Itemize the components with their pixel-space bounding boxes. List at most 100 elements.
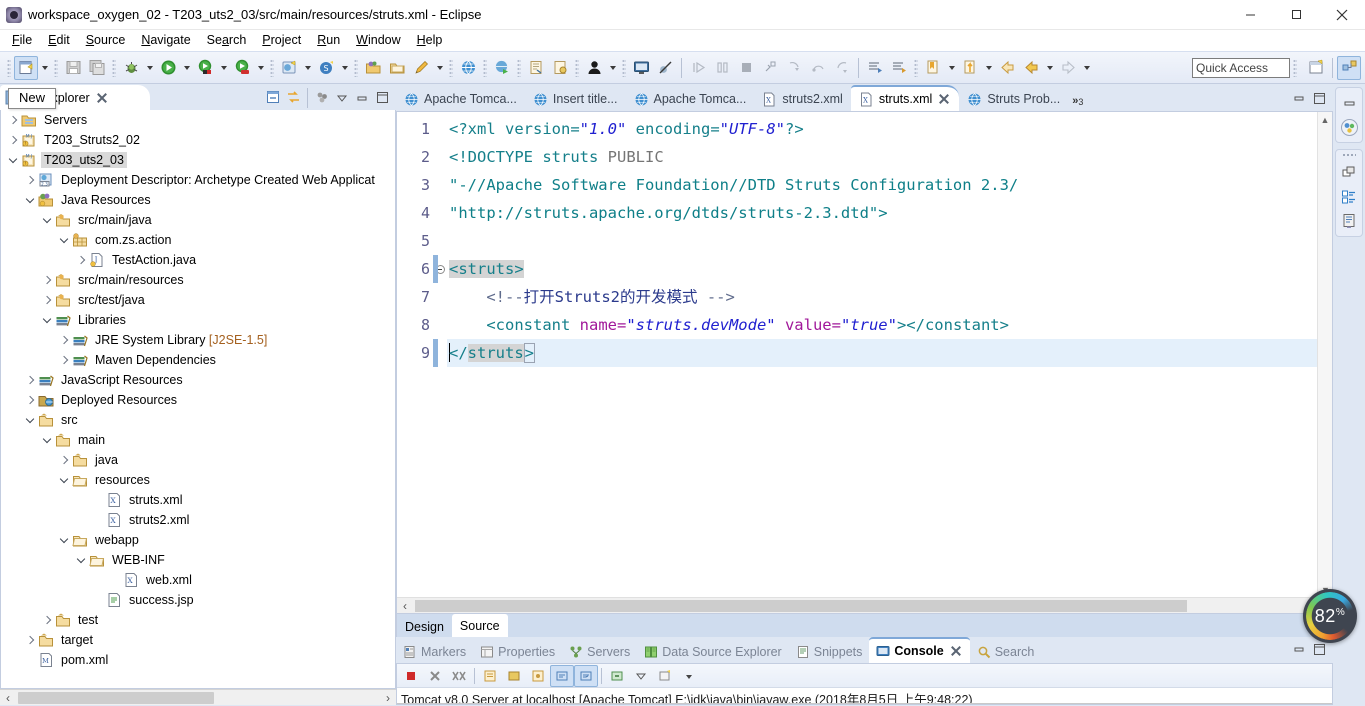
tree-item-src-main-java[interactable]: src/main/java	[1, 210, 395, 230]
toolbar-grip-12[interactable]	[1293, 58, 1297, 77]
view-dropdown-button[interactable]	[332, 88, 352, 108]
annotation-button[interactable]	[548, 56, 572, 80]
tree-item-java-resources[interactable]: Java Resources	[1, 190, 395, 210]
maximize-button[interactable]	[1273, 0, 1319, 30]
pin-icon[interactable]	[629, 665, 653, 687]
tree-item-jre-system-library[interactable]: JRE System Library [J2SE-1.5]	[1, 330, 395, 350]
step-into-button[interactable]	[782, 56, 806, 80]
twisty-expanded-icon[interactable]	[56, 530, 72, 550]
tree-item-src-test-java[interactable]: src/test/java	[1, 290, 395, 310]
console-dropdown-icon[interactable]	[677, 665, 701, 687]
tree-item-deployment-descriptor-archetype-created-web-applicat[interactable]: 2.3 Deployment Descriptor: Archetype Crea…	[1, 170, 395, 190]
twisty-collapsed-icon[interactable]	[5, 110, 21, 130]
tree-item-pom-xml[interactable]: Mpom.xml	[1, 650, 395, 670]
minimize-console-button[interactable]	[1289, 639, 1309, 659]
run-coverage-dropdown[interactable]	[254, 56, 267, 80]
tree-item-servers[interactable]: Servers	[1, 110, 395, 130]
menu-search[interactable]: Search	[199, 31, 255, 50]
run-dropdown[interactable]	[180, 56, 193, 80]
minimize-button[interactable]	[1227, 0, 1273, 30]
tree-item-test[interactable]: test	[1, 610, 395, 630]
run-button[interactable]	[156, 56, 180, 80]
web-browser-button[interactable]	[456, 56, 480, 80]
maximize-view-button[interactable]	[372, 88, 392, 108]
debug-button[interactable]	[119, 56, 143, 80]
close-icon[interactable]	[949, 644, 963, 658]
tree-item-webapp[interactable]: webapp	[1, 530, 395, 550]
outline-icon[interactable]	[1338, 186, 1360, 208]
tree-item-testaction-java[interactable]: J TestAction.java	[1, 250, 395, 270]
twisty-collapsed-icon[interactable]	[39, 270, 55, 290]
toolbar-grip-8[interactable]	[517, 58, 521, 77]
display-console-icon[interactable]	[502, 665, 526, 687]
run-coverage-button[interactable]	[230, 56, 254, 80]
menu-edit[interactable]: Edit	[40, 31, 78, 50]
console-tab-servers[interactable]: Servers	[562, 641, 637, 663]
twisty-collapsed-icon[interactable]	[56, 450, 72, 470]
editor-tab-struts-prob[interactable]: Struts Prob...	[959, 87, 1068, 111]
run-as-server-button[interactable]	[193, 56, 217, 80]
toolbar-grip-3[interactable]	[112, 58, 116, 77]
open-declaration-button[interactable]	[524, 56, 548, 80]
disconnect-button[interactable]	[758, 56, 782, 80]
step-over-button[interactable]	[806, 56, 830, 80]
user-dropdown[interactable]	[606, 56, 619, 80]
back-dropdown[interactable]	[1043, 56, 1056, 80]
tree-horizontal-scrollbar[interactable]: ‹ ›	[0, 689, 396, 705]
console-tab-data-source-explorer[interactable]: Data Source Explorer	[637, 641, 789, 663]
tree-item-success-jsp[interactable]: success.jsp	[1, 590, 395, 610]
twisty-collapsed-icon[interactable]	[22, 630, 38, 650]
twisty-collapsed-icon[interactable]	[22, 390, 38, 410]
project-tree[interactable]: Servers M J! T203_Struts2_02 M J! T203_uts2_…	[0, 110, 396, 689]
editor-tab-apache-tomca[interactable]: Apache Tomca...	[396, 87, 525, 111]
link-with-editor-button[interactable]	[283, 88, 303, 108]
menu-run[interactable]: Run	[309, 31, 348, 50]
close-icon[interactable]	[95, 91, 109, 105]
tree-item-web-xml[interactable]: Xweb.xml	[1, 570, 395, 590]
menu-window[interactable]: Window	[348, 31, 408, 50]
editor-horizontal-scrollbar[interactable]: ‹ ›	[397, 597, 1332, 613]
console-tab-markers[interactable]: Markers	[396, 641, 473, 663]
code-text[interactable]: <?xml version="1.0" encoding="UTF-8"?> <…	[447, 112, 1332, 597]
properties-doc-icon[interactable]	[1338, 210, 1360, 232]
collapse-all-button[interactable]	[263, 88, 283, 108]
twisty-collapsed-icon[interactable]	[22, 370, 38, 390]
forward-nav-button[interactable]	[958, 56, 982, 80]
tree-item-struts2-xml[interactable]: Xstruts2.xml	[1, 510, 395, 530]
twisty-expanded-icon[interactable]	[39, 430, 55, 450]
tree-item-struts-xml[interactable]: Xstruts.xml	[1, 490, 395, 510]
forward-dropdown[interactable]	[982, 56, 995, 80]
close-button[interactable]	[1319, 0, 1365, 30]
tree-item-main[interactable]: main	[1, 430, 395, 450]
menu-project[interactable]: Project	[254, 31, 309, 50]
back-arrow-button[interactable]	[995, 56, 1019, 80]
pencil-button[interactable]	[409, 56, 433, 80]
palette-stack-icon[interactable]	[1338, 162, 1360, 184]
tree-item-target[interactable]: target	[1, 630, 395, 650]
toolbar-grip-11[interactable]	[914, 58, 918, 77]
new-server-button[interactable]	[277, 56, 301, 80]
new-wizard-button[interactable]	[14, 55, 38, 80]
console-tab-search[interactable]: Search	[970, 641, 1042, 663]
save-all-button[interactable]	[85, 56, 109, 80]
user-button[interactable]	[582, 56, 606, 80]
step-return-button[interactable]	[830, 56, 854, 80]
tree-item-maven-dependencies[interactable]: Maven Dependencies	[1, 350, 395, 370]
twisty-collapsed-icon[interactable]	[39, 610, 55, 630]
suspend-button[interactable]	[710, 56, 734, 80]
minimize-editor-button[interactable]	[1289, 88, 1309, 108]
remove-x-icon[interactable]	[423, 665, 447, 687]
toolbar-grip-6[interactable]	[449, 58, 453, 77]
editor-tab-overflow[interactable]: » 3	[1068, 95, 1089, 111]
previous-annotation-button[interactable]	[887, 56, 911, 80]
scroll-right-icon[interactable]: ›	[380, 690, 396, 706]
tree-item-libraries[interactable]: Libraries	[1, 310, 395, 330]
last-edit-location-button[interactable]	[921, 56, 945, 80]
twisty-expanded-icon[interactable]	[39, 210, 55, 230]
twisty-expanded-icon[interactable]	[73, 550, 89, 570]
twisty-collapsed-icon[interactable]	[56, 330, 72, 350]
open-folder-button[interactable]	[361, 56, 385, 80]
servers-palette-icon[interactable]	[1338, 116, 1360, 138]
toolbar-grip[interactable]	[7, 58, 11, 77]
toolbar-grip-10[interactable]	[622, 58, 626, 77]
